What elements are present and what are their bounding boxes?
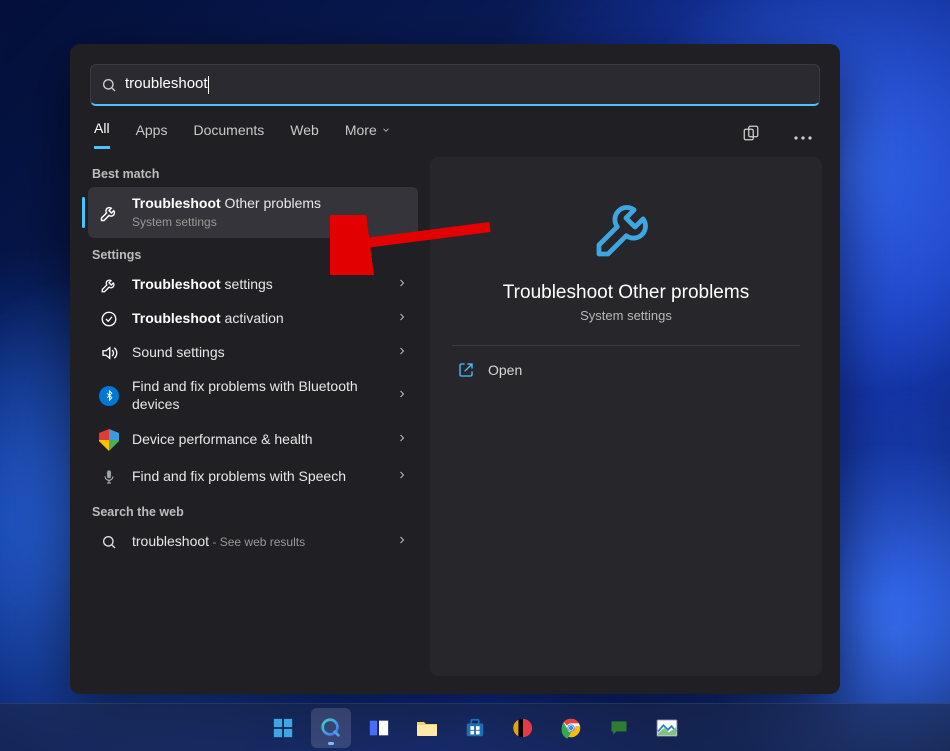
tab-web[interactable]: Web: [290, 122, 319, 148]
microphone-icon: [98, 467, 120, 487]
wrench-icon: [590, 191, 662, 268]
search-options-button[interactable]: [790, 123, 816, 147]
search-icon: [98, 534, 120, 550]
result-troubleshoot-settings[interactable]: Troubleshoot settings: [88, 268, 418, 302]
open-button[interactable]: Open: [452, 354, 800, 386]
start-button[interactable]: [263, 708, 303, 748]
search-icon: [320, 717, 342, 739]
result-web-search[interactable]: troubleshoot - See web results: [88, 525, 418, 559]
ellipsis-icon: [794, 136, 812, 140]
chevron-right-icon: [396, 468, 408, 486]
wrench-icon: [98, 203, 120, 223]
search-quick-app-button[interactable]: [738, 120, 764, 149]
tab-apps[interactable]: Apps: [136, 122, 168, 148]
preview-subtitle: System settings: [580, 308, 672, 323]
windows-logo-icon: [272, 717, 294, 739]
chrome-button[interactable]: [551, 708, 591, 748]
preview-title: Troubleshoot Other problems: [503, 282, 749, 304]
section-best-match: Best match: [92, 167, 418, 181]
result-preview-pane: Troubleshoot Other problems System setti…: [430, 157, 822, 676]
app-icon-3[interactable]: [647, 708, 687, 748]
tab-documents[interactable]: Documents: [193, 122, 264, 148]
section-search-web: Search the web: [92, 505, 418, 519]
divider: [452, 345, 800, 346]
result-best-match[interactable]: Troubleshoot Other problems System setti…: [88, 187, 418, 238]
chevron-right-icon: [396, 310, 408, 328]
tab-all[interactable]: All: [94, 120, 110, 149]
results-list: Best match Troubleshoot Other problems S…: [88, 157, 418, 676]
app-icon-1[interactable]: [503, 708, 543, 748]
section-settings: Settings: [92, 248, 418, 262]
chevron-right-icon: [396, 387, 408, 405]
chevron-right-icon: [396, 344, 408, 362]
file-explorer-button[interactable]: [407, 708, 447, 748]
chrome-icon: [560, 717, 582, 739]
result-sound-settings[interactable]: Sound settings: [88, 336, 418, 370]
result-speech-troubleshoot[interactable]: Find and fix problems with Speech: [88, 459, 418, 495]
circle-app-icon: [512, 717, 534, 739]
taskbar-search-button[interactable]: [311, 708, 351, 748]
taskbar: [0, 703, 950, 751]
speaker-icon: [98, 344, 120, 362]
search-icon: [101, 77, 117, 93]
chevron-right-icon: [396, 431, 408, 449]
result-device-health[interactable]: Device performance & health: [88, 421, 418, 459]
task-view-button[interactable]: [359, 708, 399, 748]
folder-icon: [415, 718, 439, 738]
result-troubleshoot-activation[interactable]: Troubleshoot activation: [88, 302, 418, 336]
chevron-right-icon: [396, 533, 408, 551]
store-icon: [464, 717, 486, 739]
bluetooth-icon: [98, 386, 120, 406]
picture-icon: [656, 719, 678, 737]
start-search-panel: troubleshoot All Apps Documents Web More…: [70, 44, 840, 694]
shield-icon: [98, 429, 120, 451]
wrench-icon: [98, 276, 120, 294]
chat-icon: [609, 718, 629, 738]
chevron-down-icon: [381, 125, 391, 135]
app-link-icon: [742, 124, 760, 142]
search-box[interactable]: troubleshoot: [90, 64, 820, 106]
result-bluetooth-troubleshoot[interactable]: Find and fix problems with Bluetooth dev…: [88, 370, 418, 421]
microsoft-store-button[interactable]: [455, 708, 495, 748]
check-circle-icon: [98, 310, 120, 328]
open-external-icon: [458, 362, 474, 378]
search-input[interactable]: troubleshoot: [117, 75, 809, 93]
task-view-icon: [368, 717, 390, 739]
app-icon-2[interactable]: [599, 708, 639, 748]
tab-more[interactable]: More: [345, 122, 391, 148]
search-scope-tabs: All Apps Documents Web More: [70, 106, 840, 149]
chevron-right-icon: [396, 276, 408, 294]
